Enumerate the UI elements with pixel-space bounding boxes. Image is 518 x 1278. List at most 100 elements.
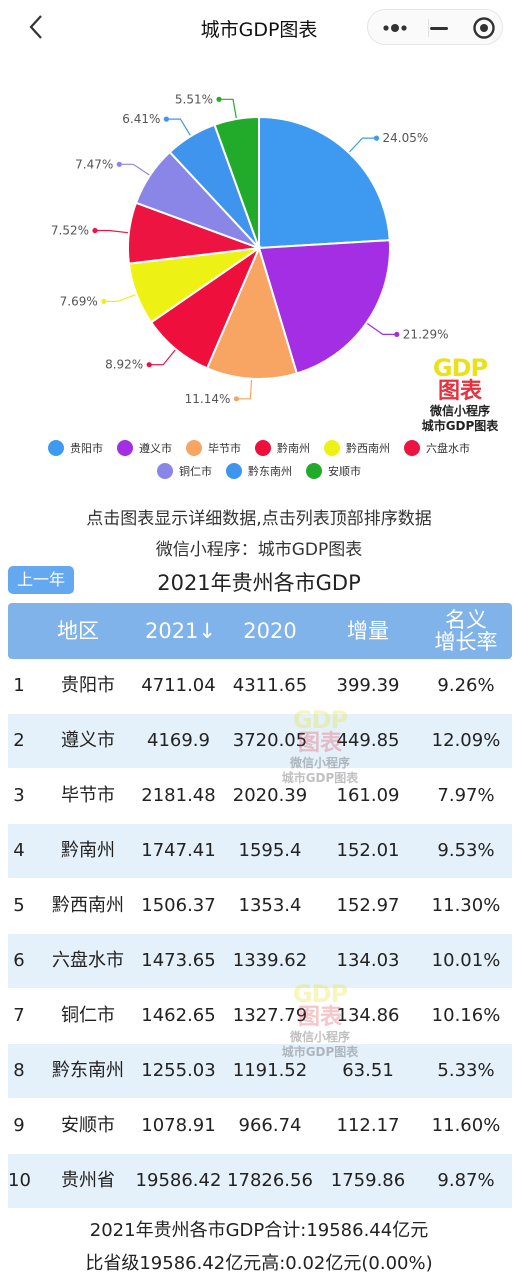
- table-row[interactable]: 2 遵义市 4169.9 3720.05 449.85 12.09%: [8, 714, 512, 768]
- watermark-line2: 城市GDP图表: [281, 1045, 359, 1059]
- pie-leader-dot: [394, 331, 400, 337]
- table-row[interactable]: 5 黔西南州 1506.37 1353.4 152.97 11.30%: [8, 879, 512, 933]
- table-row[interactable]: 9 安顺市 1078.91 966.74 112.17 11.60%: [8, 1099, 512, 1153]
- pie-percent-label: 5.51%: [175, 92, 213, 106]
- cell-region: 贵阳市: [61, 675, 115, 696]
- cell-region: 铜仁市: [61, 1005, 115, 1026]
- table-row[interactable]: 3 毕节市 2181.48 2020.39 161.09 7.97%: [8, 769, 512, 823]
- cell-rate: 7.97%: [437, 785, 495, 806]
- legend-row-1: 贵阳市 遵义市 毕节市 黔南州 黔西南州 六盘水市: [0, 440, 518, 456]
- header-growth-rate[interactable]: 名义 增长率: [420, 603, 512, 659]
- legend-item[interactable]: 遵义市: [117, 440, 172, 456]
- pie-leader-line: [236, 379, 253, 400]
- table-row[interactable]: 8 黔东南州 1255.03 1191.52 63.51 5.33%: [8, 1044, 512, 1098]
- watermark-gdp-text: GDP: [292, 706, 348, 734]
- cell-rate: 5.33%: [437, 1060, 495, 1081]
- legend-item[interactable]: 黔南州: [255, 440, 310, 456]
- legend-item[interactable]: 铜仁市: [157, 463, 212, 479]
- header-region[interactable]: 地区: [8, 603, 148, 659]
- legend-item[interactable]: 黔东南州: [226, 463, 292, 479]
- pie-leader-line: [219, 98, 237, 119]
- table-row[interactable]: 6 六盘水市 1473.65 1339.62 134.03 10.01%: [8, 934, 512, 988]
- legend-label: 黔南州: [277, 442, 310, 455]
- legend-label: 毕节市: [208, 442, 241, 455]
- cell-rate: 12.09%: [431, 730, 501, 751]
- legend-color-swatch: [306, 463, 322, 479]
- table-row[interactable]: 7 铜仁市 1462.65 1327.79 134.86 10.16%: [8, 989, 512, 1043]
- cell-y2021: 1473.65: [141, 950, 216, 971]
- legend-item[interactable]: 贵阳市: [48, 440, 103, 456]
- minimize-icon[interactable]: [428, 18, 452, 38]
- pie-leader-dot: [101, 298, 107, 304]
- cell-increase: 152.01: [336, 840, 400, 861]
- legend-label: 黔西南州: [346, 442, 390, 455]
- cell-rate: 9.26%: [437, 675, 495, 696]
- more-icon[interactable]: [380, 18, 410, 38]
- cell-y2020: 1353.4: [238, 895, 302, 916]
- header-rate-line2: 增长率: [434, 630, 498, 654]
- close-target-icon[interactable]: [472, 16, 496, 40]
- legend-item[interactable]: 安顺市: [306, 463, 361, 479]
- legend-label: 贵阳市: [70, 442, 103, 455]
- legend-item[interactable]: 六盘水市: [404, 440, 470, 456]
- pie-percent-label: 6.41%: [122, 112, 160, 126]
- pie-leader-dot: [233, 396, 239, 402]
- cell-rank: 4: [13, 840, 25, 861]
- pie-leader-line: [366, 323, 397, 335]
- cell-y2021: 4169.9: [147, 730, 210, 751]
- cell-rank: 1: [13, 675, 25, 696]
- cell-y2021: 2181.48: [141, 785, 216, 806]
- watermark-line2: 城市GDP图表: [421, 419, 499, 433]
- legend-color-swatch: [48, 440, 64, 456]
- legend-label: 六盘水市: [426, 442, 470, 455]
- pie-slice[interactable]: [258, 115, 391, 250]
- cell-rate: 9.53%: [437, 840, 495, 861]
- cell-rank: 9: [13, 1115, 25, 1136]
- pie-percent-label: 7.52%: [51, 224, 89, 238]
- header-2021[interactable]: 2021↓: [128, 603, 233, 659]
- pie-leader-line: [95, 229, 128, 234]
- legend-label: 安顺市: [328, 465, 361, 478]
- pie-percent-label: 24.05%: [383, 131, 429, 145]
- cell-increase: 1759.86: [330, 1170, 406, 1191]
- watermark-gdp-text: GDP: [292, 980, 348, 1008]
- table-row[interactable]: 1 贵阳市 4711.04 4311.65 399.39 9.26%: [8, 659, 512, 713]
- header-2020[interactable]: 2020: [220, 603, 320, 659]
- watermark-chart-text: 图表: [297, 731, 342, 756]
- cell-rank: 2: [13, 730, 25, 751]
- pie-leader-dot: [163, 116, 169, 122]
- watermark-chart-text: 图表: [437, 379, 482, 404]
- tip-text: 点击图表显示详细数据,点击列表顶部排序数据: [86, 509, 432, 529]
- summary-compare: 比省级19586.42亿元高:0.02亿元(0.00%): [85, 1253, 433, 1274]
- table-row[interactable]: 10 贵州省 19586.42 17826.56 1759.86 9.87%: [8, 1154, 512, 1208]
- legend-color-swatch: [324, 440, 340, 456]
- pie-leader-line: [119, 163, 150, 176]
- pie-leader-line: [166, 118, 191, 136]
- cell-increase: 152.97: [336, 895, 400, 916]
- table-row[interactable]: 4 黔南州 1747.41 1595.4 152.01 9.53%: [8, 824, 512, 878]
- cell-rate: 11.60%: [431, 1115, 501, 1136]
- cell-y2020: 17826.56: [227, 1170, 313, 1191]
- cell-rate: 11.30%: [431, 895, 501, 916]
- app-name-text: 微信小程序：城市GDP图表: [155, 540, 363, 560]
- pie-percent-label: 7.47%: [75, 157, 113, 171]
- cell-region: 遵义市: [61, 730, 115, 751]
- header-increase[interactable]: 增量: [318, 603, 418, 659]
- mini-program-capsule: [367, 9, 503, 45]
- pie-leader-dot: [116, 161, 122, 167]
- summary-total: 2021年贵州各市GDP合计:19586.44亿元: [89, 1220, 429, 1241]
- cell-rate: 10.01%: [431, 950, 501, 971]
- cell-y2021: 1255.03: [141, 1060, 216, 1081]
- cell-rank: 8: [13, 1060, 25, 1081]
- table-watermark-1: GDP 图表 微信小程序 城市GDP图表: [270, 708, 370, 786]
- pie-leader-dot: [146, 362, 152, 368]
- pie-leader-line: [103, 294, 136, 302]
- cell-increase: 112.17: [336, 1115, 400, 1136]
- cell-region: 安顺市: [61, 1115, 115, 1136]
- cell-region: 黔南州: [61, 840, 115, 861]
- watermark-line1: 微信小程序: [429, 404, 490, 418]
- legend-item[interactable]: 毕节市: [186, 440, 241, 456]
- legend-item[interactable]: 黔西南州: [324, 440, 390, 456]
- cell-y2021: 1462.65: [141, 1005, 216, 1026]
- watermark-chart-text: 图表: [297, 1005, 342, 1030]
